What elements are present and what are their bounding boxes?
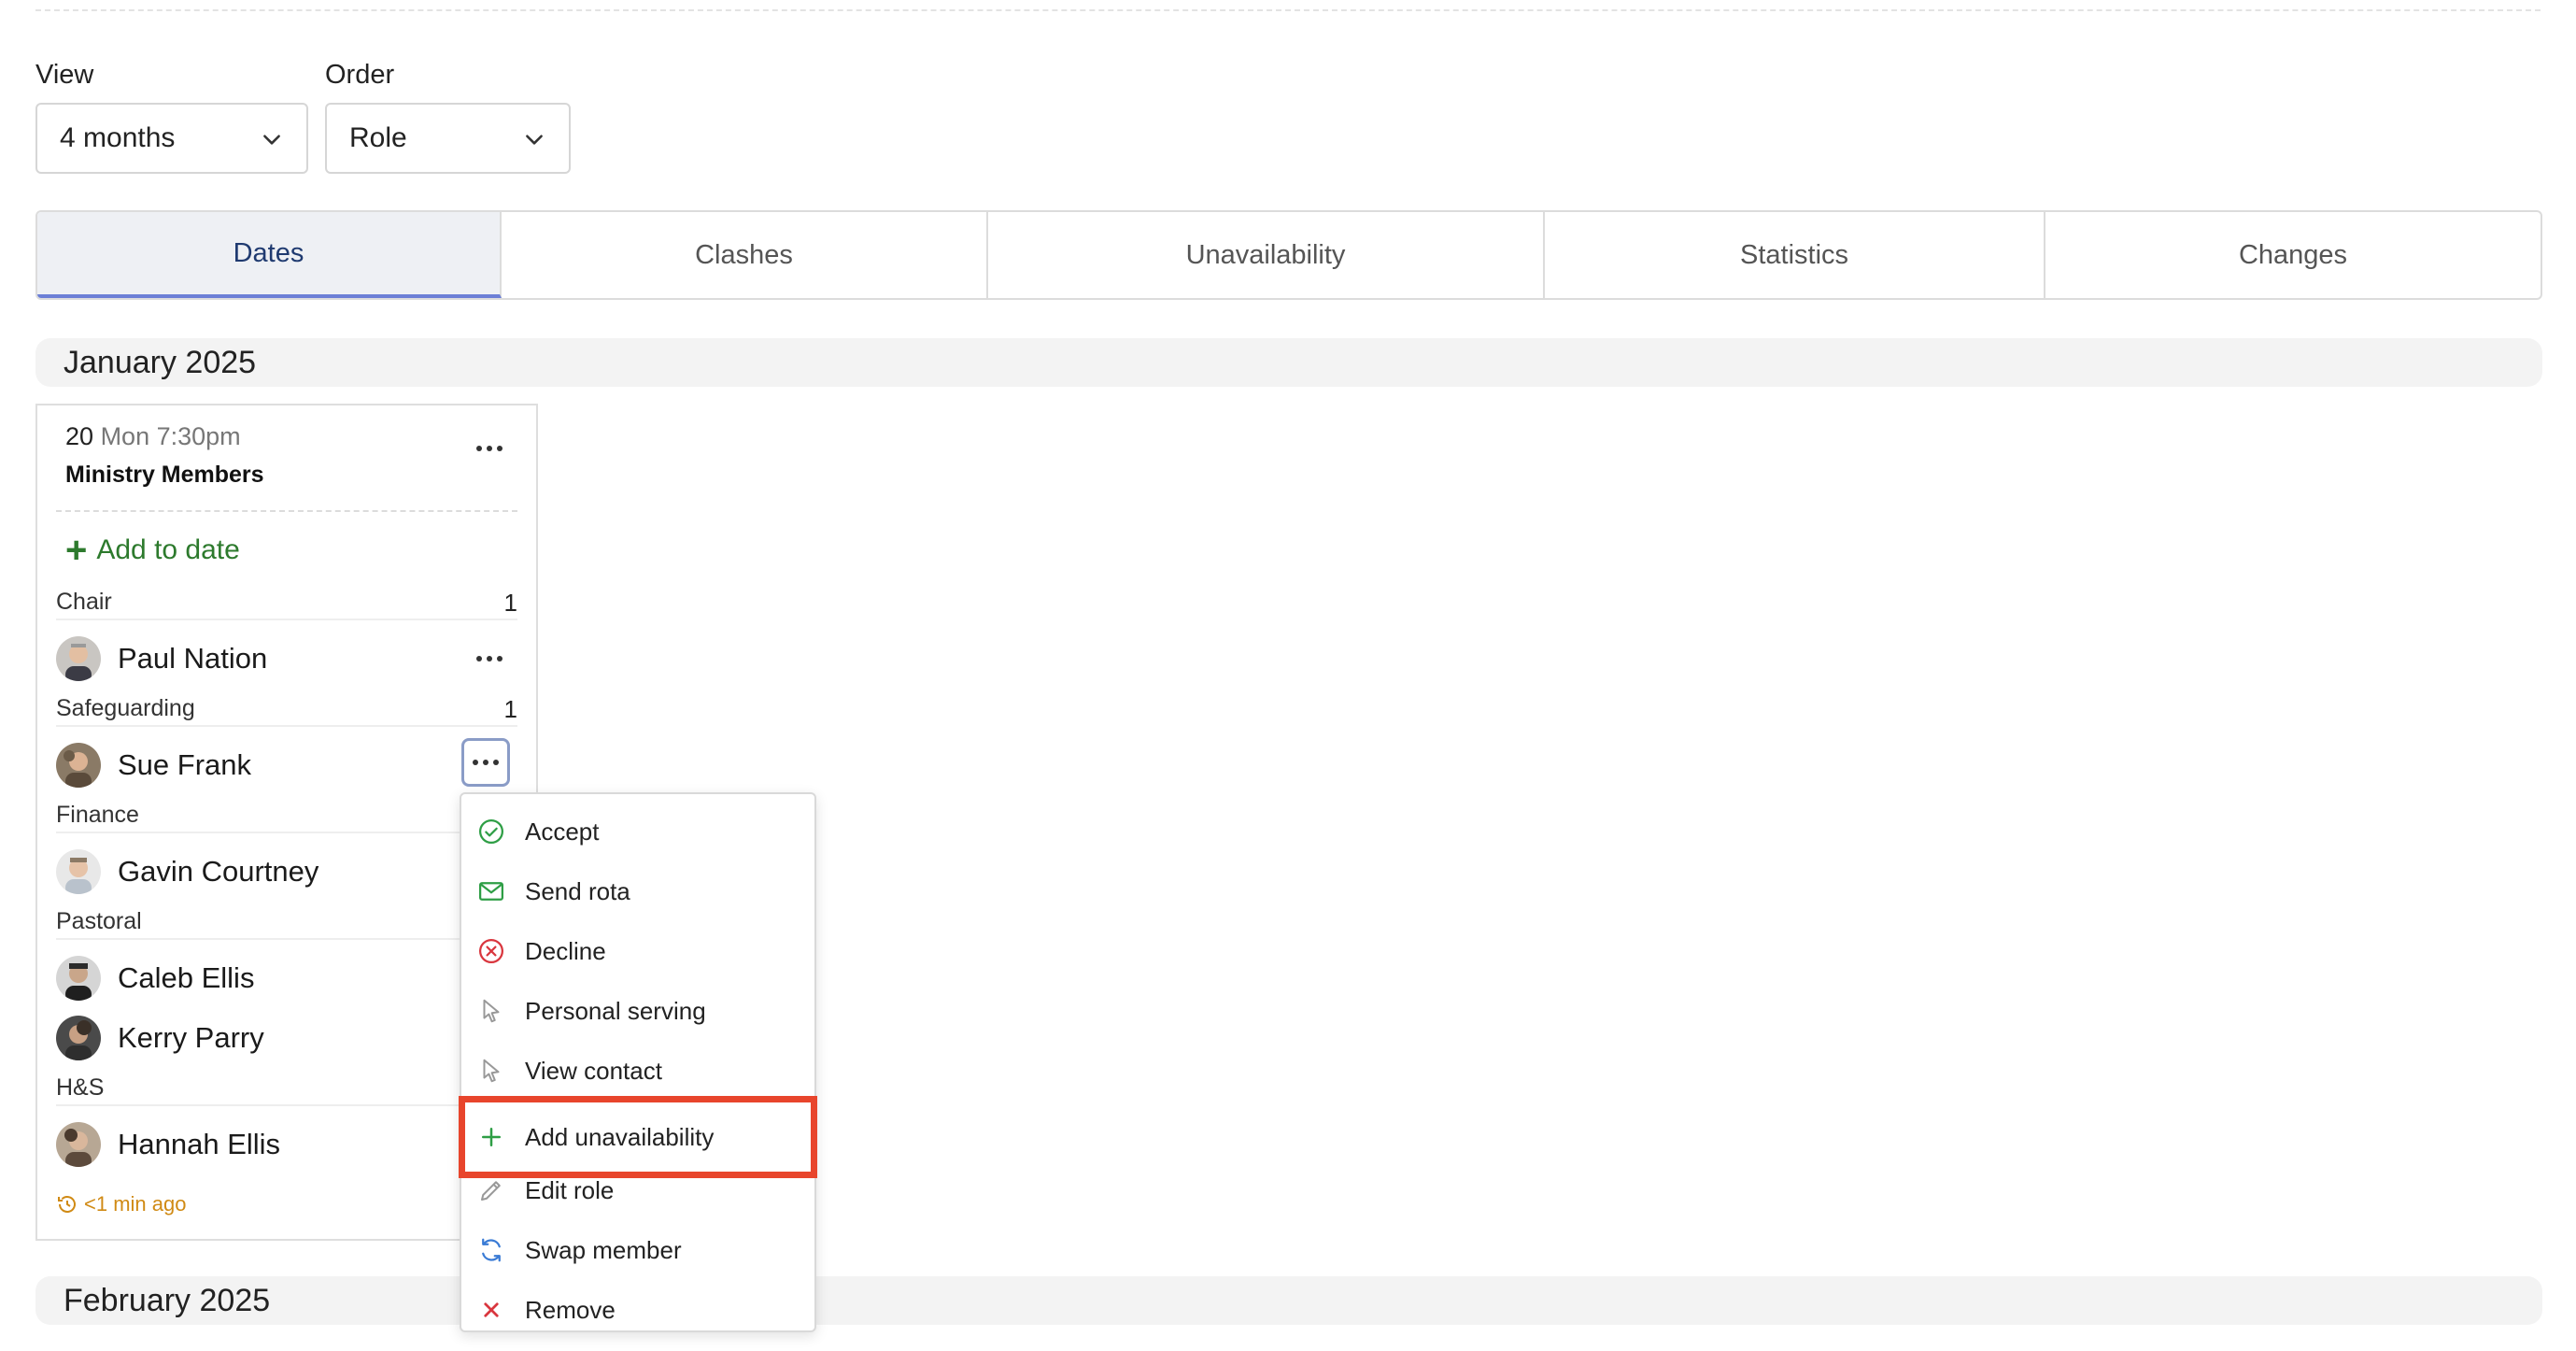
menu-item-label: Personal serving xyxy=(525,996,706,1025)
menu-item-personal-serving[interactable]: Personal serving xyxy=(461,981,814,1041)
menu-item-label: Remove xyxy=(525,1295,616,1324)
check-circle-icon xyxy=(476,817,506,846)
member-options-button[interactable] xyxy=(465,634,514,683)
dot-icon xyxy=(487,656,492,661)
pointer-icon xyxy=(476,996,506,1026)
menu-item-label: Add unavailability xyxy=(525,1122,715,1151)
dot-icon xyxy=(487,446,492,451)
last-updated-text: <1 min ago xyxy=(84,1192,187,1216)
card-divider xyxy=(56,510,517,512)
tab-dates[interactable]: Dates xyxy=(37,212,502,298)
role-name: H&S xyxy=(56,1074,105,1101)
chevron-down-icon xyxy=(263,135,280,145)
avatar xyxy=(56,849,101,894)
role-header-pastoral: Pastoral xyxy=(56,908,517,940)
plus-icon: + xyxy=(65,530,88,571)
role-name: Finance xyxy=(56,802,139,828)
card-day-time: Mon 7:30pm xyxy=(100,422,241,450)
menu-item-label: Accept xyxy=(525,817,600,846)
avatar xyxy=(56,636,101,681)
dot-icon xyxy=(476,656,482,661)
member-options-button-active[interactable] xyxy=(461,738,510,787)
menu-item-edit-role[interactable]: Edit role xyxy=(461,1160,814,1220)
menu-item-label: Edit role xyxy=(525,1175,615,1204)
role-header-chair: Chair 1 xyxy=(56,589,517,620)
dot-icon xyxy=(497,656,502,661)
member-row[interactable]: Caleb Ellis xyxy=(56,954,254,1003)
view-label: View xyxy=(35,60,94,90)
view-tabs: Dates Clashes Unavailability Statistics … xyxy=(35,210,2542,300)
menu-item-label: Send rota xyxy=(525,876,630,905)
member-row[interactable]: Gavin Courtney xyxy=(56,847,318,896)
dot-icon xyxy=(476,446,482,451)
order-select[interactable]: Role xyxy=(325,103,571,174)
card-day: 20 xyxy=(65,422,94,450)
role-name: Safeguarding xyxy=(56,695,195,721)
avatar xyxy=(56,1016,101,1060)
role-name: Pastoral xyxy=(56,908,142,934)
member-row[interactable]: Sue Frank xyxy=(56,741,251,789)
avatar xyxy=(56,743,101,788)
role-header-safeguarding: Safeguarding 1 xyxy=(56,695,517,727)
dot-icon xyxy=(473,760,478,765)
view-select-value: 4 months xyxy=(60,122,176,153)
role-count: 1 xyxy=(503,695,517,723)
menu-item-label: View contact xyxy=(525,1056,662,1085)
member-context-menu: Accept Send rota Decline Personal servin… xyxy=(459,792,817,1332)
menu-item-view-contact[interactable]: View contact xyxy=(461,1041,814,1101)
card-options-button[interactable] xyxy=(465,424,514,473)
role-header-finance: Finance xyxy=(56,802,517,833)
menu-item-remove[interactable]: Remove xyxy=(461,1280,814,1340)
tab-statistics[interactable]: Statistics xyxy=(1545,212,2045,298)
menu-item-accept[interactable]: Accept xyxy=(461,802,814,861)
order-label: Order xyxy=(325,60,395,90)
member-name: Sue Frank xyxy=(118,748,252,781)
menu-item-label: Decline xyxy=(525,936,606,965)
card-date: 20 Mon 7:30pm xyxy=(65,422,241,451)
avatar xyxy=(56,956,101,1001)
member-row[interactable]: Paul Nation xyxy=(56,634,267,683)
avatar xyxy=(56,1122,101,1167)
x-icon xyxy=(476,1295,506,1325)
menu-item-send-rota[interactable]: Send rota xyxy=(461,861,814,921)
menu-item-label: Swap member xyxy=(525,1235,682,1264)
add-to-date-button[interactable]: + Add to date xyxy=(65,530,240,571)
pointer-icon xyxy=(476,1056,506,1086)
refresh-icon xyxy=(476,1235,506,1265)
member-name: Paul Nation xyxy=(118,642,268,675)
member-name: Kerry Parry xyxy=(118,1021,264,1054)
top-divider xyxy=(35,9,2541,11)
menu-item-decline[interactable]: Decline xyxy=(461,921,814,981)
month-header: January 2025 xyxy=(35,338,2542,387)
dot-icon xyxy=(493,760,499,765)
member-name: Hannah Ellis xyxy=(118,1128,281,1160)
member-name: Caleb Ellis xyxy=(118,961,255,994)
history-icon xyxy=(58,1196,76,1213)
add-to-date-label: Add to date xyxy=(96,534,240,565)
card-title: Ministry Members xyxy=(65,462,264,488)
dot-icon xyxy=(497,446,502,451)
x-circle-icon xyxy=(476,936,506,966)
member-name: Gavin Courtney xyxy=(118,855,319,888)
role-name: Chair xyxy=(56,589,112,615)
chevron-down-icon xyxy=(526,135,543,145)
month-header: February 2025 xyxy=(35,1276,2542,1325)
tab-unavailability[interactable]: Unavailability xyxy=(988,212,1545,298)
order-select-value: Role xyxy=(349,122,407,153)
tab-changes[interactable]: Changes xyxy=(2045,212,2541,298)
last-updated: <1 min ago xyxy=(56,1192,186,1216)
dot-icon xyxy=(483,760,488,765)
envelope-icon xyxy=(476,876,506,906)
menu-item-swap-member[interactable]: Swap member xyxy=(461,1220,814,1280)
pencil-icon xyxy=(476,1175,506,1205)
view-select[interactable]: 4 months xyxy=(35,103,308,174)
member-row[interactable]: Hannah Ellis xyxy=(56,1120,280,1169)
member-row[interactable]: Kerry Parry xyxy=(56,1014,264,1062)
plus-icon xyxy=(476,1122,506,1152)
role-count: 1 xyxy=(503,589,517,617)
tab-clashes[interactable]: Clashes xyxy=(502,212,988,298)
role-header-hs: H&S xyxy=(56,1074,517,1106)
